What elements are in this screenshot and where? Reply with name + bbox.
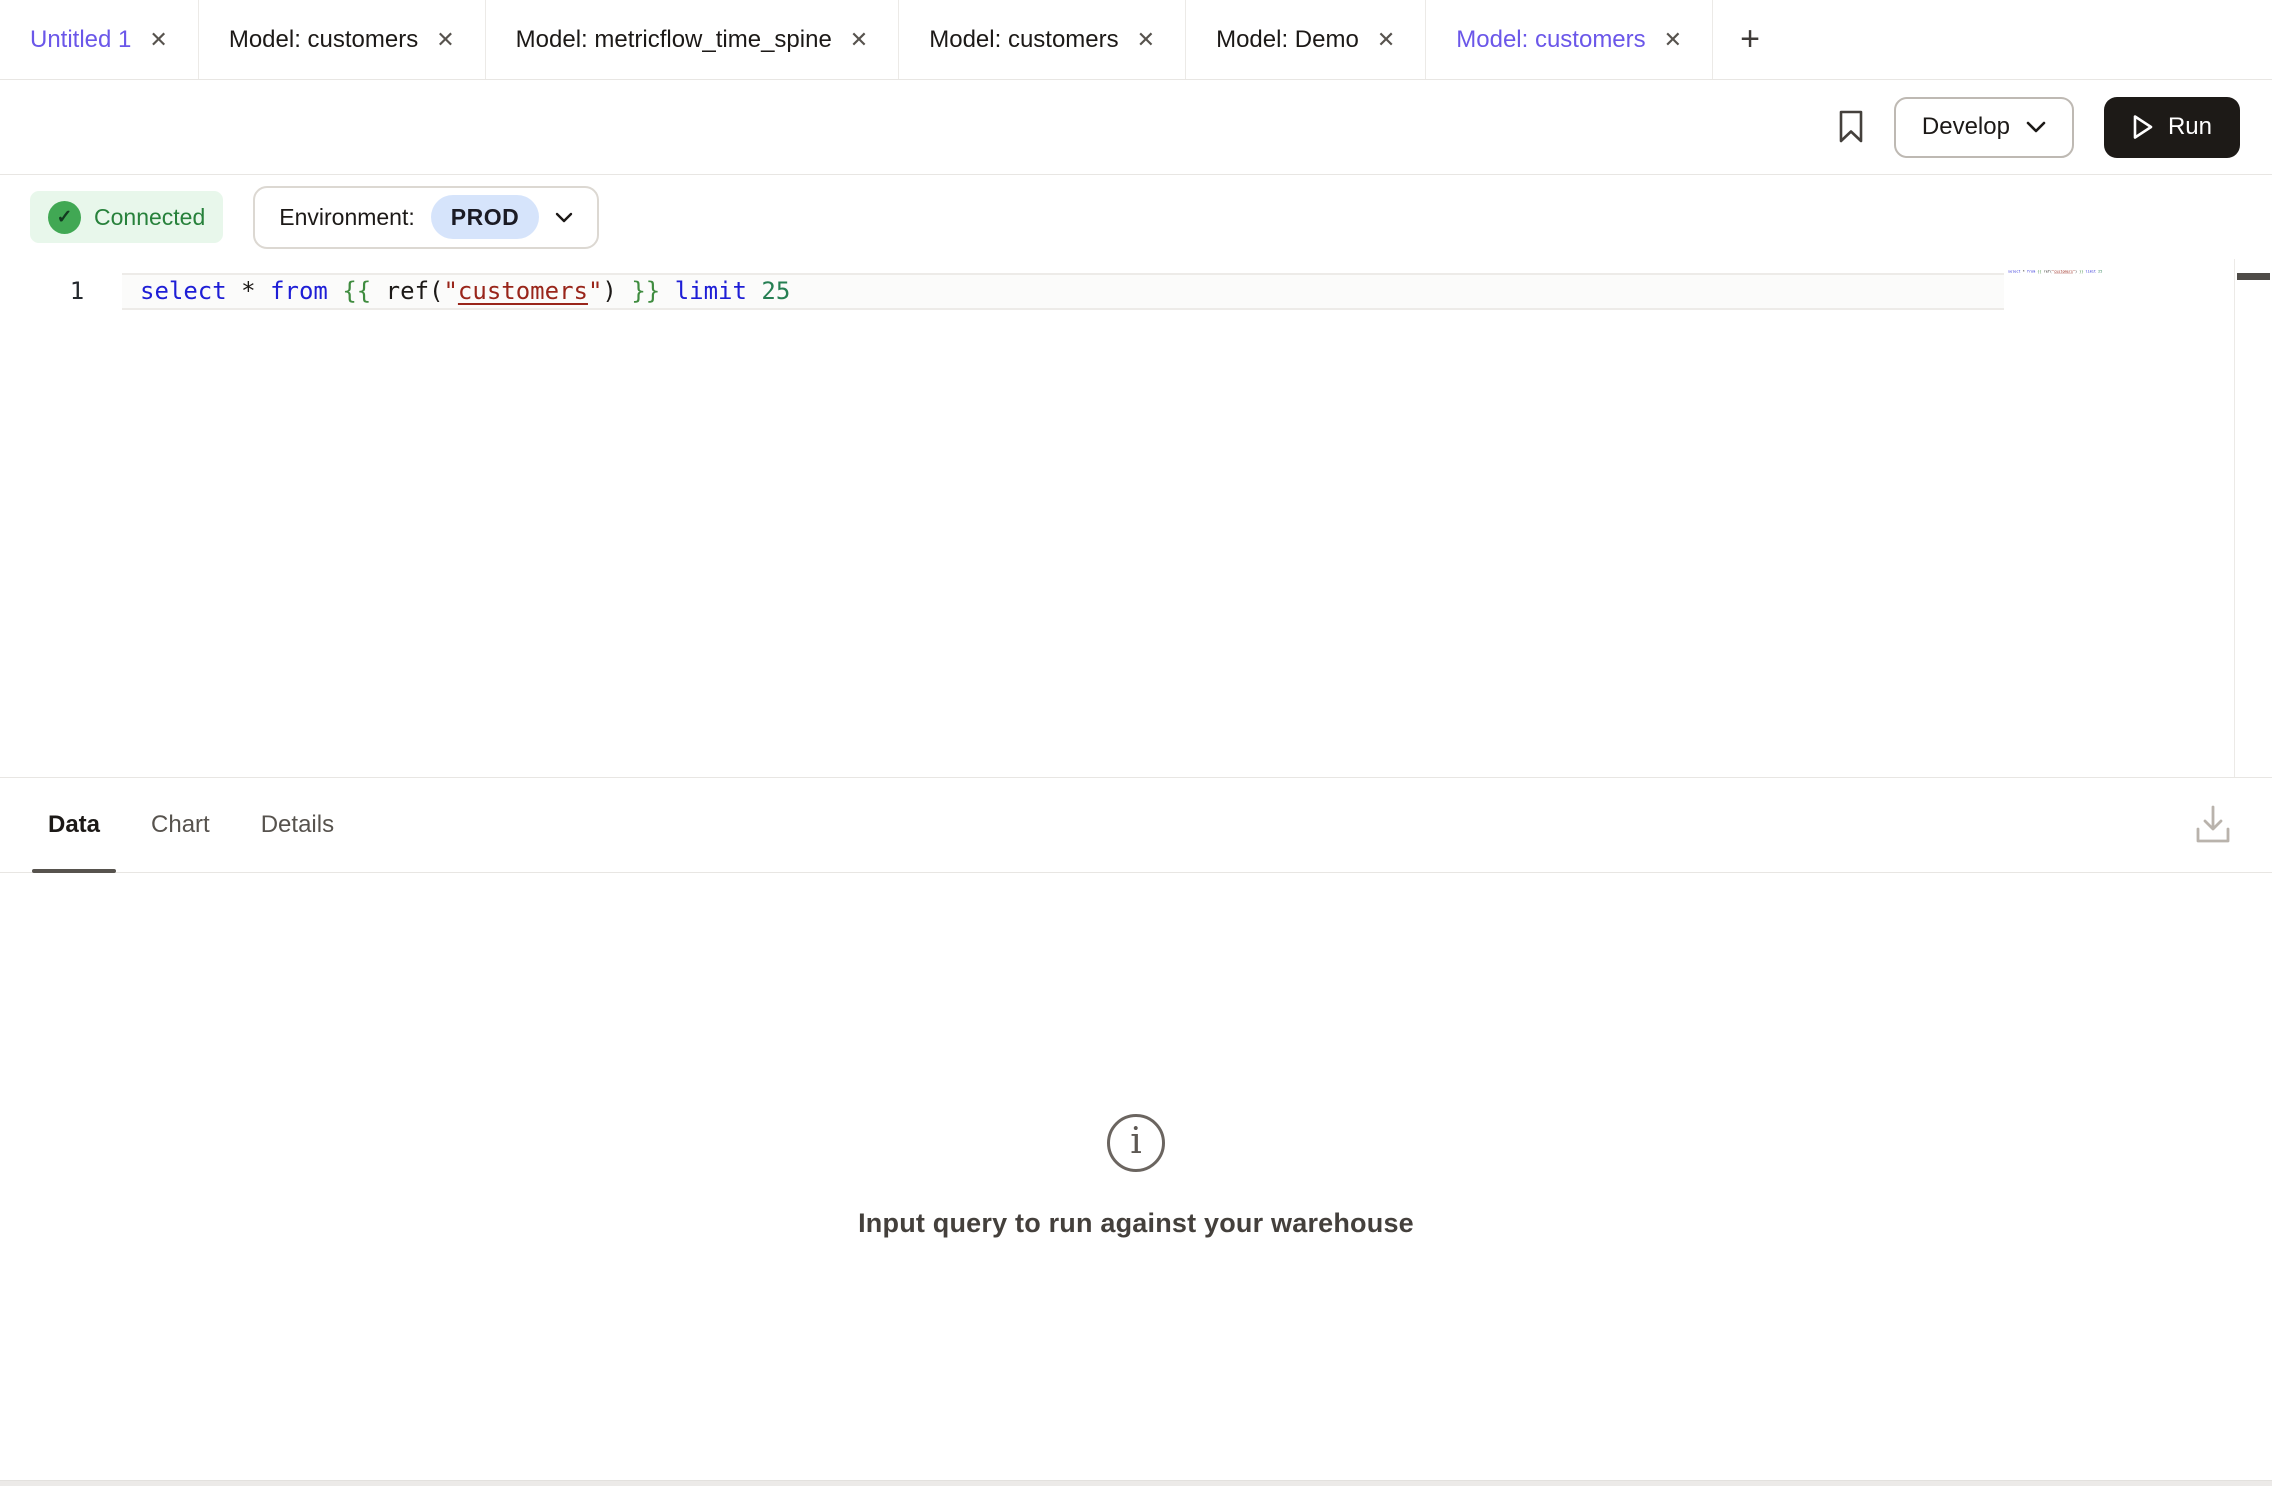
results-tab-bar: Data Chart Details — [0, 778, 2272, 873]
tab-label: Model: metricflow_time_spine — [516, 26, 832, 54]
sql-editor[interactable]: 1 select * from {{ ref("customers") }} l… — [0, 259, 2272, 778]
close-icon[interactable]: ✕ — [149, 29, 167, 51]
code-token-keyword: limit — [675, 277, 747, 305]
ide-window: Untitled 1✕Model: customers✕Model: metri… — [0, 0, 2272, 1486]
download-icon — [2190, 803, 2236, 847]
code-token-keyword: select — [2008, 269, 2021, 273]
code-token-keyword: from — [2027, 269, 2035, 273]
code-token-keyword: limit — [2086, 269, 2096, 273]
code-token-plain: * — [241, 277, 255, 305]
bookmark-button[interactable] — [1838, 110, 1864, 144]
close-icon[interactable]: ✕ — [1137, 29, 1155, 51]
tab-label: Model: customers — [929, 26, 1118, 54]
close-icon[interactable]: ✕ — [850, 29, 868, 51]
code-line[interactable]: select * from {{ ref("customers") }} lim… — [122, 273, 2004, 310]
code-token-keyword: select — [140, 277, 227, 305]
editor-minimap[interactable]: select * from {{ ref("customers") }} lim… — [2008, 269, 2104, 289]
editor-scrollbar[interactable] — [2234, 259, 2272, 777]
results-tab-details[interactable]: Details — [245, 778, 350, 872]
code-token-string-link: customers — [2054, 269, 2073, 273]
connected-label: Connected — [94, 204, 205, 231]
minimap-code: select * from {{ ref("customers") }} lim… — [2008, 269, 2022, 273]
plus-icon: + — [1740, 20, 1760, 59]
code-token-jinja: }} — [631, 277, 660, 305]
results-tab-label: Data — [48, 811, 100, 839]
chevron-down-icon — [555, 212, 573, 223]
tab-label: Untitled 1 — [30, 26, 131, 54]
tab-label: Model: customers — [1456, 26, 1645, 54]
chevron-down-icon — [2026, 121, 2046, 133]
results-tab-list: Data Chart Details — [32, 778, 350, 872]
code-token-plain — [660, 277, 674, 305]
environment-value-chip: PROD — [431, 195, 539, 239]
results-empty-state: i Input query to run against your wareho… — [0, 873, 2272, 1480]
code-token-plain: ref( — [2042, 269, 2052, 273]
play-icon — [2132, 114, 2154, 140]
code-token-plain: ) — [602, 277, 631, 305]
tab-untitled-1[interactable]: Untitled 1 ✕ — [0, 0, 199, 79]
bottom-status-band — [0, 1480, 2272, 1486]
connection-bar: ✓ Connected Environment: PROD — [0, 175, 2272, 259]
close-icon[interactable]: ✕ — [1664, 29, 1682, 51]
tab-model-demo[interactable]: Model: Demo ✕ — [1186, 0, 1426, 79]
tab-model-customers[interactable]: Model: customers ✕ — [1426, 0, 1713, 79]
close-icon[interactable]: ✕ — [1377, 29, 1395, 51]
tab-model-customers[interactable]: Model: customers ✕ — [899, 0, 1186, 79]
connected-status-badge: ✓ Connected — [30, 191, 223, 243]
code-token-string: " — [588, 277, 602, 305]
info-icon: i — [1107, 1114, 1165, 1172]
code-token-number: 25 — [761, 277, 790, 305]
develop-button-label: Develop — [1922, 113, 2010, 141]
environment-select[interactable]: Environment: PROD — [253, 186, 599, 249]
new-tab-button[interactable]: + — [1713, 0, 1787, 79]
line-number: 1 — [60, 275, 94, 308]
results-tab-chart[interactable]: Chart — [135, 778, 226, 872]
results-tab-data[interactable]: Data — [32, 778, 116, 872]
code-token-keyword: from — [270, 277, 328, 305]
tab-label: Model: Demo — [1216, 26, 1359, 54]
tab-label: Model: customers — [229, 26, 418, 54]
tab-model-customers[interactable]: Model: customers ✕ — [199, 0, 486, 79]
header: Develop Run — [0, 80, 2272, 175]
results-tab-label: Chart — [151, 811, 210, 839]
code-token-string-link: customers — [458, 277, 588, 305]
code-token-jinja: {{ — [342, 277, 371, 305]
active-tab-indicator — [32, 869, 116, 873]
results-tab-label: Details — [261, 811, 334, 839]
run-button[interactable]: Run — [2104, 97, 2240, 158]
bookmark-icon — [1838, 110, 1864, 144]
run-button-label: Run — [2168, 113, 2212, 141]
code-token-plain — [747, 277, 761, 305]
code-token-plain — [328, 277, 342, 305]
empty-state-message: Input query to run against your warehous… — [858, 1208, 1414, 1239]
download-button[interactable] — [2190, 803, 2236, 847]
tab-list: Untitled 1✕Model: customers✕Model: metri… — [0, 0, 1713, 79]
develop-button[interactable]: Develop — [1894, 97, 2074, 158]
code-token-plain: ref( — [371, 277, 443, 305]
check-circle-icon: ✓ — [48, 201, 81, 234]
tab-model-metricflow-time-spine[interactable]: Model: metricflow_time_spine ✕ — [486, 0, 900, 79]
close-icon[interactable]: ✕ — [436, 29, 454, 51]
code-token-plain — [227, 277, 241, 305]
code-token-number: 25 — [2098, 269, 2102, 273]
scrollbar-cursor-marker[interactable] — [2237, 273, 2270, 280]
tab-bar: Untitled 1✕Model: customers✕Model: metri… — [0, 0, 2272, 80]
code-token-string: " — [443, 277, 457, 305]
environment-label: Environment: — [279, 204, 415, 231]
code-token-plain — [256, 277, 270, 305]
